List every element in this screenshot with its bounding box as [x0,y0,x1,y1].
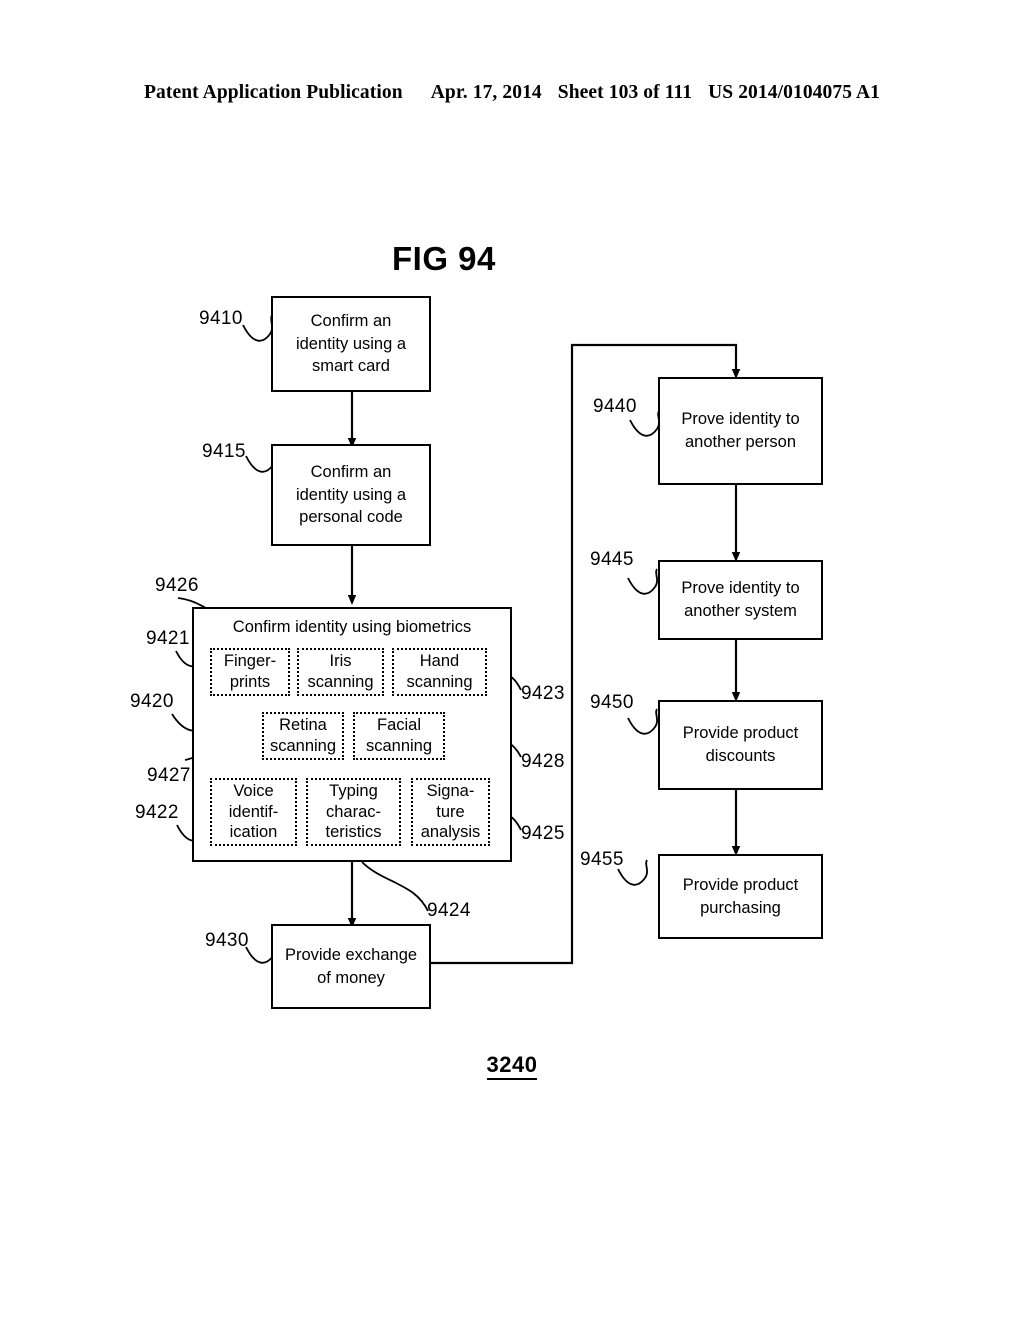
box-personal-code-line3: personal code [299,508,403,527]
ref-9455: 9455 [580,849,624,870]
subbox-retina-scanning[interactable]: Retina scanning [262,712,344,760]
voice-line1: Voice [233,781,274,800]
iris-line1: Iris [329,652,352,671]
box-confirm-personal-code[interactable]: Confirm an identity using a personal cod… [271,444,431,546]
ref-9410: 9410 [199,308,243,329]
biometrics-title: Confirm identity using biometrics [232,618,472,636]
ref-9424: 9424 [427,900,471,921]
ref-9421: 9421 [146,628,190,649]
voice-line2: identif- [228,802,279,821]
prove-system-line1: Prove identity to [681,579,800,598]
typing-line1: Typing [329,781,378,800]
typing-line3: teristics [325,823,382,842]
ref-9422: 9422 [135,802,179,823]
subbox-fingerprints[interactable]: Finger- prints [210,648,290,696]
ref-9425: 9425 [521,823,565,844]
header-patent-number: US 2014/0104075 A1 [708,82,880,103]
voice-line3: ication [229,823,278,842]
signature-line3: analysis [420,823,481,842]
box-smart-card-line1: Confirm an [310,311,392,330]
ref-9426: 9426 [155,575,199,596]
ref-9430: 9430 [205,930,249,951]
retina-line2: scanning [269,737,337,755]
box-smart-card-line3: smart card [312,357,390,376]
prove-person-line1: Prove identity to [681,410,800,429]
exchange-line1: Provide exchange [284,945,418,964]
subbox-iris-scanning[interactable]: Iris scanning [297,648,384,696]
subbox-signature-analysis[interactable]: Signa- ture analysis [411,778,490,846]
hand-line1: Hand [419,652,460,671]
page-header: Patent Application Publication Apr. 17, 2… [0,82,1024,104]
header-sheet: Sheet 103 of 111 [557,82,693,103]
iris-line2: scanning [307,673,374,691]
prove-system-line2: another system [684,602,797,620]
box-personal-code-line1: Confirm an [310,462,392,481]
exchange-line2: of money [317,968,385,987]
prove-person-line2: another person [685,433,796,451]
subbox-facial-scanning[interactable]: Facial scanning [353,712,445,760]
ref-9423: 9423 [521,683,565,704]
header-publication: Patent Application Publication [143,82,403,103]
figure-title: FIG 94 [392,240,496,277]
fingerprints-line1: Finger- [223,652,277,671]
box-smart-card-line2: identity using a [295,334,407,353]
signature-line2: ture [436,802,465,821]
subbox-voice-identification[interactable]: Voice identif- ication [210,778,297,846]
ref-9420: 9420 [130,691,174,712]
header-date: Apr. 17, 2014 [430,82,542,103]
box-provide-product-purchasing[interactable]: Provide product purchasing [658,854,823,939]
purchasing-line1: Provide product [682,875,799,894]
ref-9445: 9445 [590,549,634,570]
box-confirm-smart-card[interactable]: Confirm an identity using a smart card [271,296,431,392]
facial-line2: scanning [365,737,433,755]
ref-9428: 9428 [521,751,565,772]
subbox-typing-characteristics[interactable]: Typing charac- teristics [306,778,401,846]
figure-bottom-label: 3240 [0,1052,1024,1080]
subbox-hand-scanning[interactable]: Hand scanning [392,648,487,696]
purchasing-line2: purchasing [700,898,781,917]
discounts-line2: discounts [705,747,776,765]
box-provide-product-discounts[interactable]: Provide product discounts [658,700,823,790]
signature-line1: Signa- [426,781,475,800]
box-provide-exchange-of-money[interactable]: Provide exchange of money [271,924,431,1009]
box-prove-identity-system[interactable]: Prove identity to another system [658,560,823,640]
fingerprints-line2: prints [229,673,271,691]
retina-line1: Retina [279,716,327,735]
typing-line2: charac- [325,802,381,821]
ref-9450: 9450 [590,692,634,713]
discounts-line1: Provide product [682,724,799,743]
ref-9427: 9427 [147,765,191,786]
box-personal-code-line2: identity using a [295,485,407,504]
box-prove-identity-person[interactable]: Prove identity to another person [658,377,823,485]
ref-9440: 9440 [593,396,637,417]
facial-line1: Facial [376,716,421,735]
bottom-label-text: 3240 [486,1052,538,1080]
ref-9415: 9415 [202,441,246,462]
flowchart-connectors [171,314,741,965]
hand-line2: scanning [406,673,473,691]
